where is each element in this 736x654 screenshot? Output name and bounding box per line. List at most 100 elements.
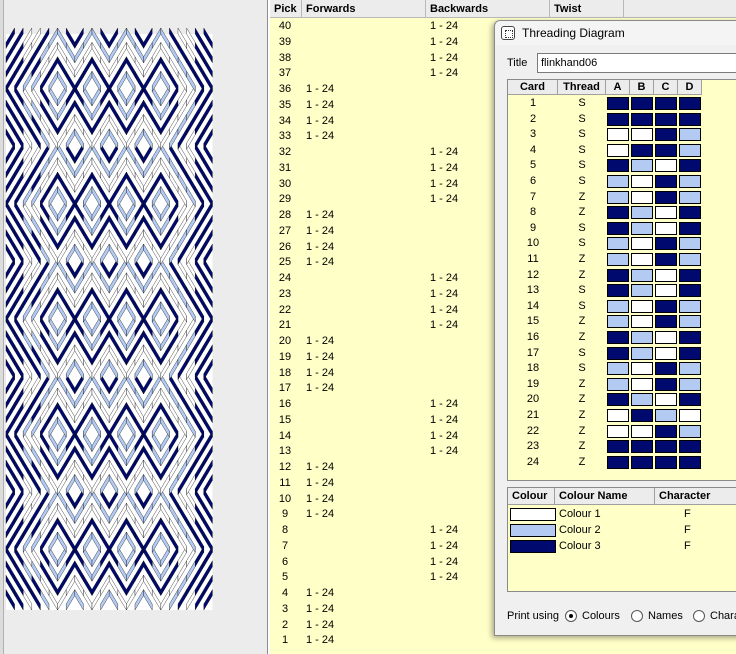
hole-colour-cell[interactable] bbox=[607, 112, 629, 126]
hole-colour-cell[interactable] bbox=[679, 253, 701, 266]
hole-colour-cell[interactable] bbox=[679, 221, 701, 235]
col-backwards[interactable]: Backwards bbox=[426, 0, 550, 18]
hole-colour-cell[interactable] bbox=[607, 346, 629, 360]
col-colour-name[interactable]: Colour Name bbox=[555, 488, 655, 505]
hole-colour-cell[interactable] bbox=[655, 331, 677, 344]
col-hole-c[interactable]: C bbox=[654, 80, 678, 95]
hole-colour-cell[interactable] bbox=[655, 143, 677, 157]
card-row[interactable]: 18 S bbox=[508, 361, 736, 377]
hole-colour-cell[interactable] bbox=[631, 331, 653, 344]
hole-colour-cell[interactable] bbox=[655, 159, 677, 173]
colour-row[interactable]: Colour 1 F bbox=[508, 507, 736, 522]
hole-colour-cell[interactable] bbox=[679, 143, 701, 157]
radio-names-label[interactable]: Names bbox=[648, 607, 683, 625]
card-row[interactable]: 5S bbox=[508, 158, 736, 174]
card-row[interactable]: 23 Z bbox=[508, 439, 736, 455]
hole-colour-cell[interactable] bbox=[679, 346, 701, 360]
hole-colour-cell[interactable] bbox=[607, 221, 629, 235]
hole-colour-cell[interactable] bbox=[679, 424, 701, 438]
col-forwards[interactable]: Forwards bbox=[302, 0, 426, 18]
thread-direction[interactable]: S bbox=[558, 346, 606, 362]
hole-colour-cell[interactable] bbox=[655, 237, 677, 251]
hole-colour-cell[interactable] bbox=[607, 331, 629, 344]
hole-colour-cell[interactable] bbox=[655, 362, 677, 376]
hole-colour-cell[interactable] bbox=[607, 362, 629, 376]
hole-colour-cell[interactable] bbox=[607, 143, 629, 157]
card-row[interactable]: 13 S bbox=[508, 283, 736, 299]
thread-direction[interactable]: Z bbox=[558, 377, 606, 393]
dialog-titlebar[interactable]: Threading Diagram bbox=[495, 21, 736, 45]
hole-colour-cell[interactable] bbox=[607, 97, 629, 110]
card-row[interactable]: 20 Z bbox=[508, 392, 736, 408]
col-card[interactable]: Card bbox=[508, 80, 558, 95]
radio-names[interactable] bbox=[631, 610, 643, 622]
hole-colour-cell[interactable] bbox=[655, 424, 677, 438]
hole-colour-cell[interactable] bbox=[631, 128, 653, 142]
hole-colour-cell[interactable] bbox=[679, 206, 701, 220]
hole-colour-cell[interactable] bbox=[631, 97, 653, 110]
hole-colour-cell[interactable] bbox=[607, 175, 629, 188]
hole-colour-cell[interactable] bbox=[607, 190, 629, 204]
hole-colour-cell[interactable] bbox=[631, 190, 653, 204]
hole-colour-cell[interactable] bbox=[631, 175, 653, 188]
hole-colour-cell[interactable] bbox=[607, 409, 629, 422]
col-twist[interactable]: Twist bbox=[550, 0, 624, 18]
hole-colour-cell[interactable] bbox=[679, 299, 701, 313]
hole-colour-cell[interactable] bbox=[631, 221, 653, 235]
hole-colour-cell[interactable] bbox=[655, 206, 677, 220]
hole-colour-cell[interactable] bbox=[679, 284, 701, 298]
card-row[interactable]: 10 S bbox=[508, 236, 736, 252]
hole-colour-cell[interactable] bbox=[631, 440, 653, 454]
card-row[interactable]: 19 Z bbox=[508, 377, 736, 393]
thread-direction[interactable]: Z bbox=[558, 268, 606, 284]
thread-direction[interactable]: Z bbox=[558, 408, 606, 424]
card-row[interactable]: 15 Z bbox=[508, 314, 736, 330]
card-row[interactable]: 14 S bbox=[508, 299, 736, 315]
hole-colour-cell[interactable] bbox=[631, 315, 653, 329]
hole-colour-cell[interactable] bbox=[679, 237, 701, 251]
hole-colour-cell[interactable] bbox=[607, 206, 629, 220]
card-row[interactable]: 12 Z bbox=[508, 268, 736, 284]
thread-direction[interactable]: Z bbox=[558, 455, 606, 471]
hole-colour-cell[interactable] bbox=[679, 362, 701, 376]
thread-direction[interactable]: Z bbox=[558, 392, 606, 408]
hole-colour-cell[interactable] bbox=[655, 346, 677, 360]
colour-swatch[interactable] bbox=[510, 524, 556, 537]
card-row[interactable]: 24 Z bbox=[508, 455, 736, 471]
hole-colour-cell[interactable] bbox=[679, 331, 701, 344]
thread-direction[interactable]: S bbox=[558, 127, 606, 143]
card-row[interactable]: 4S bbox=[508, 143, 736, 159]
thread-direction[interactable]: S bbox=[558, 174, 606, 190]
hole-colour-cell[interactable] bbox=[655, 377, 677, 391]
hole-colour-cell[interactable] bbox=[655, 440, 677, 454]
col-pick[interactable]: Pick bbox=[270, 0, 302, 18]
thread-direction[interactable]: Z bbox=[558, 330, 606, 346]
hole-colour-cell[interactable] bbox=[679, 393, 701, 407]
hole-colour-cell[interactable] bbox=[655, 455, 677, 469]
thread-direction[interactable]: Z bbox=[558, 314, 606, 330]
radio-characters[interactable] bbox=[693, 610, 705, 622]
card-row[interactable]: 6S bbox=[508, 174, 736, 190]
hole-colour-cell[interactable] bbox=[679, 128, 701, 142]
hole-colour-cell[interactable] bbox=[679, 377, 701, 391]
colour-row[interactable]: Colour 2 F bbox=[508, 523, 736, 538]
col-hole-a[interactable]: A bbox=[606, 80, 630, 95]
card-row[interactable]: 17 S bbox=[508, 346, 736, 362]
hole-colour-cell[interactable] bbox=[631, 159, 653, 173]
thread-direction[interactable]: Z bbox=[558, 424, 606, 440]
thread-direction[interactable]: S bbox=[558, 361, 606, 377]
hole-colour-cell[interactable] bbox=[679, 268, 701, 282]
hole-colour-cell[interactable] bbox=[607, 253, 629, 266]
hole-colour-cell[interactable] bbox=[631, 253, 653, 266]
hole-colour-cell[interactable] bbox=[679, 455, 701, 469]
thread-direction[interactable]: Z bbox=[558, 439, 606, 455]
hole-colour-cell[interactable] bbox=[607, 315, 629, 329]
hole-colour-cell[interactable] bbox=[655, 128, 677, 142]
hole-colour-cell[interactable] bbox=[631, 424, 653, 438]
hole-colour-cell[interactable] bbox=[631, 143, 653, 157]
hole-colour-cell[interactable] bbox=[679, 159, 701, 173]
hole-colour-cell[interactable] bbox=[631, 393, 653, 407]
thread-direction[interactable]: S bbox=[558, 96, 606, 112]
hole-colour-cell[interactable] bbox=[631, 409, 653, 422]
hole-colour-cell[interactable] bbox=[607, 424, 629, 438]
